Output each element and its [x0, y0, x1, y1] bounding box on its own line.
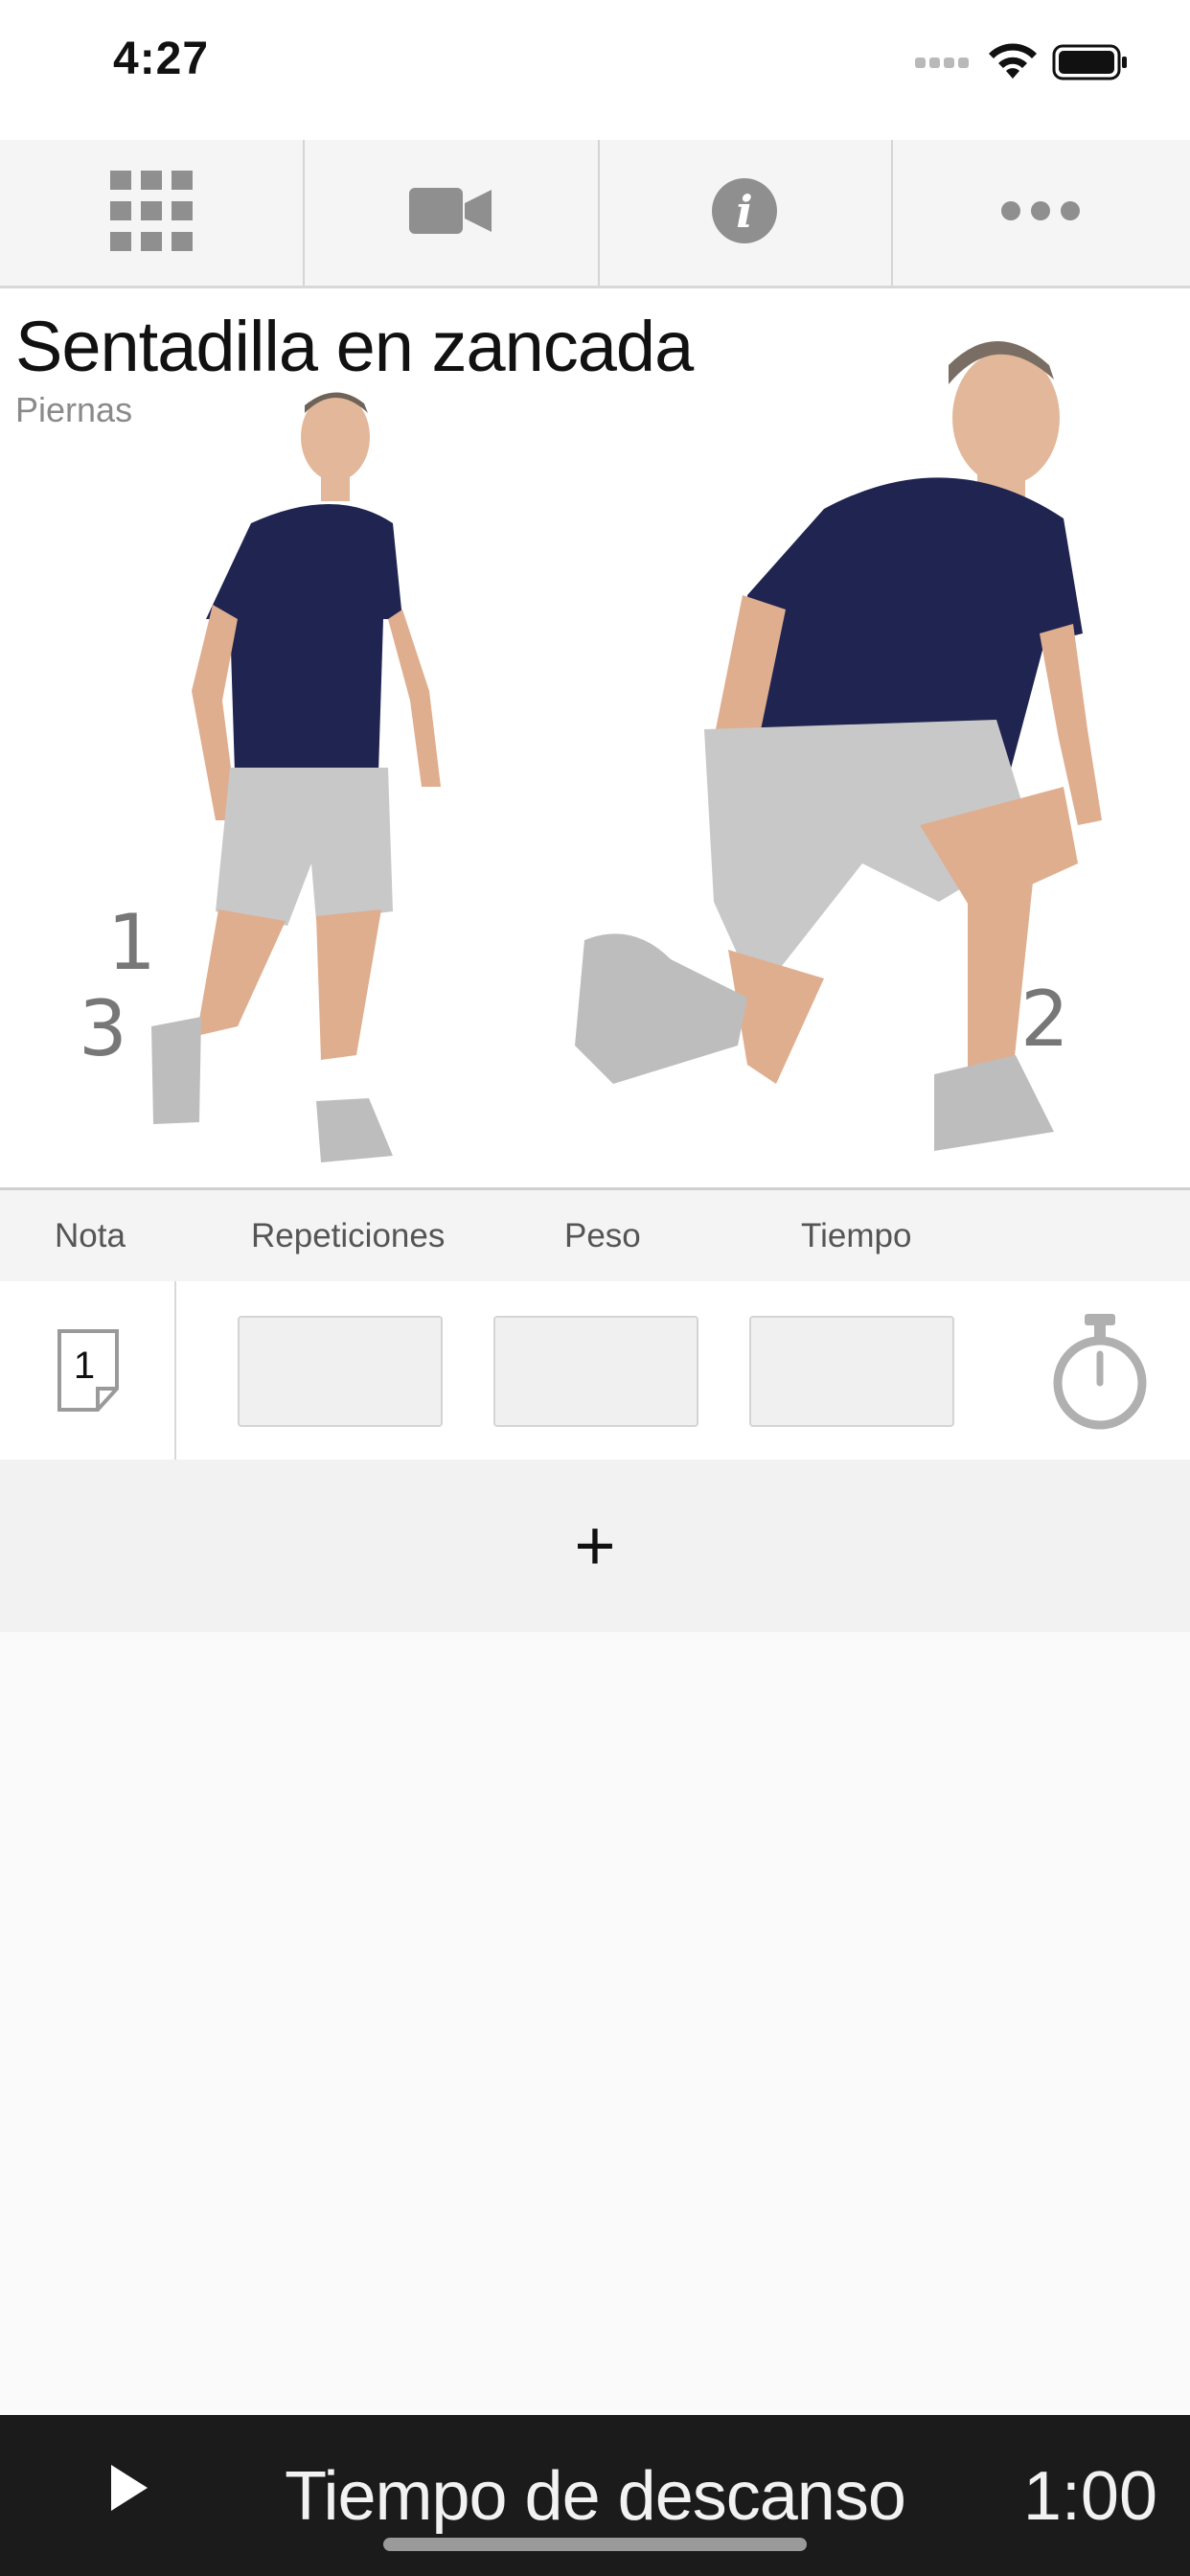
info-icon: i	[712, 177, 777, 248]
video-camera-icon	[409, 186, 492, 241]
step-label-1: 1	[107, 898, 156, 987]
stopwatch-button[interactable]	[1050, 1312, 1150, 1436]
exercise-toolbar: i	[0, 140, 1190, 288]
sets-table-header: Nota Repeticiones Peso Tiempo	[0, 1187, 1190, 1284]
rest-timer-bar: Tiempo de descanso 1:00	[0, 2415, 1190, 2576]
toolbar-more-button[interactable]	[891, 140, 1190, 286]
step-label-2: 2	[1020, 975, 1069, 1064]
status-bar: 4:27	[0, 0, 1190, 140]
note-button[interactable]: 1	[56, 1327, 121, 1418]
reps-input[interactable]	[238, 1316, 443, 1427]
rest-label: Tiempo de descanso	[285, 2458, 906, 2535]
header-note: Nota	[55, 1217, 126, 1254]
set-note-column: 1	[0, 1281, 176, 1460]
rest-time[interactable]: 1:00	[1023, 2457, 1157, 2536]
step-label-3: 3	[79, 984, 127, 1073]
header-reps: Repeticiones	[251, 1217, 446, 1254]
toolbar-grid-button[interactable]	[0, 140, 305, 286]
set-number: 1	[73, 1345, 96, 1387]
home-indicator[interactable]	[383, 2538, 807, 2551]
time-input[interactable]	[749, 1316, 954, 1427]
stopwatch-icon	[1053, 1314, 1147, 1430]
cellular-signal-icon	[915, 56, 973, 73]
more-icon	[1000, 200, 1081, 226]
exercise-category: Piernas	[15, 390, 133, 429]
add-icon: +	[574, 1506, 616, 1585]
toolbar-info-button[interactable]: i	[598, 140, 893, 286]
add-set-button[interactable]: +	[0, 1460, 1190, 1632]
toolbar-video-button[interactable]	[303, 140, 600, 286]
status-time: 4:27	[113, 34, 210, 84]
exercise-title: Sentadilla en zancada	[15, 307, 694, 386]
grid-icon	[110, 170, 193, 256]
battery-icon	[1052, 42, 1129, 87]
exercise-illustration: 1 3 2	[79, 341, 1102, 1162]
header-time: Tiempo	[801, 1217, 912, 1254]
exercise-panel: 1 3 2 Sentadilla en zancada Piernas	[0, 288, 1190, 1187]
svg-text:i: i	[736, 186, 752, 238]
set-row: 1	[0, 1281, 1190, 1460]
header-weight: Peso	[564, 1217, 641, 1254]
weight-input[interactable]	[493, 1316, 698, 1427]
wifi-icon	[985, 42, 1041, 87]
